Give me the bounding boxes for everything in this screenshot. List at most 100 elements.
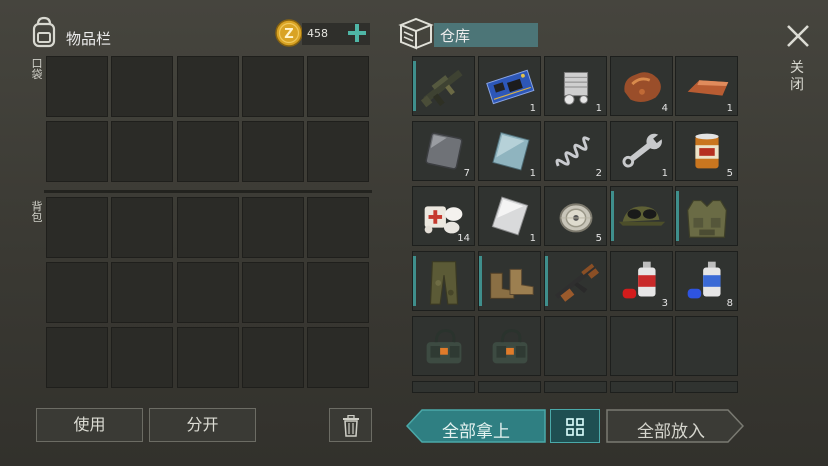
boots-icon: [481, 253, 539, 309]
storage-slot[interactable]: [610, 186, 673, 246]
inventory-slot[interactable]: [307, 197, 369, 258]
item-count: 5: [726, 168, 733, 179]
pocket-label: 口袋: [31, 57, 43, 81]
inventory-slot[interactable]: [111, 262, 173, 323]
storage-slot[interactable]: [675, 186, 738, 246]
inventory-slot[interactable]: [46, 262, 108, 323]
item-count: 1: [726, 103, 733, 114]
split-button-label: 分开: [186, 415, 219, 434]
storage-slot[interactable]: 7: [412, 121, 475, 181]
storage-slot[interactable]: 5: [675, 121, 738, 181]
inventory-slot[interactable]: [111, 197, 173, 258]
storage-slot[interactable]: [675, 381, 738, 393]
inventory-slot[interactable]: [111, 121, 173, 182]
grid-view-icon: [565, 417, 585, 437]
inventory-slot[interactable]: [177, 327, 239, 388]
inventory-slot[interactable]: [242, 197, 304, 258]
storage-slot[interactable]: [412, 381, 475, 393]
svg-text:Z: Z: [284, 27, 293, 42]
item-count: 7: [463, 168, 470, 179]
use-button[interactable]: 使用: [36, 408, 143, 442]
inventory-slot[interactable]: [177, 197, 239, 258]
camo-pants-icon: [415, 253, 473, 309]
take-all-label: 全部拿上: [442, 422, 510, 442]
item-count: 4: [661, 103, 668, 114]
inventory-slot[interactable]: [242, 56, 304, 117]
storage-slot[interactable]: [610, 381, 673, 393]
inventory-slot[interactable]: [177, 262, 239, 323]
cap-with-goggles-icon: [613, 188, 671, 244]
close-button[interactable]: [784, 22, 812, 50]
storage-slot[interactable]: [544, 381, 607, 393]
storage-slot[interactable]: 1: [610, 121, 673, 181]
trash-button[interactable]: [329, 408, 372, 442]
item-count: 3: [661, 298, 668, 309]
inventory-slot[interactable]: [307, 327, 369, 388]
item-count: 1: [661, 168, 668, 179]
coin-icon: Z: [274, 18, 304, 48]
item-count: 8: [726, 298, 733, 309]
inventory-slot[interactable]: [46, 121, 108, 182]
inventory-slot[interactable]: [46, 327, 108, 388]
storage-box-icon: [398, 16, 434, 50]
inventory-slot[interactable]: [242, 121, 304, 182]
inventory-slot[interactable]: [242, 262, 304, 323]
storage-slot[interactable]: 2: [544, 121, 607, 181]
inventory-slot[interactable]: [111, 327, 173, 388]
storage-slot[interactable]: [544, 251, 607, 311]
storage-slot[interactable]: 1: [675, 56, 738, 116]
trash-icon: [342, 415, 360, 437]
storage-slot[interactable]: 4: [610, 56, 673, 116]
storage-slot[interactable]: 1: [544, 56, 607, 116]
storage-slot[interactable]: 1: [478, 56, 541, 116]
storage-slot[interactable]: [478, 251, 541, 311]
storage-header: 仓库: [396, 16, 546, 52]
storage-title-box: 仓库: [434, 23, 538, 47]
storage-slot[interactable]: 1: [478, 121, 541, 181]
storage-title: 仓库: [440, 27, 471, 45]
storage-slot[interactable]: 5: [544, 186, 607, 246]
split-button[interactable]: 分开: [149, 408, 256, 442]
add-coins-button[interactable]: [346, 22, 368, 44]
inventory-slot[interactable]: [177, 56, 239, 117]
storage-slot[interactable]: [478, 316, 541, 376]
inventory-slot[interactable]: [307, 56, 369, 117]
close-label: 关闭: [790, 60, 804, 93]
use-button-label: 使用: [73, 415, 106, 434]
item-count: 14: [457, 233, 470, 244]
grid-view-button[interactable]: [550, 409, 600, 443]
inventory-slot[interactable]: [111, 56, 173, 117]
item-count: 5: [595, 233, 602, 244]
item-count: 1: [529, 233, 536, 244]
section-divider: [44, 190, 372, 193]
put-all-button[interactable]: 全部放入: [606, 409, 744, 443]
storage-slot[interactable]: [675, 316, 738, 376]
inventory-slot[interactable]: [307, 262, 369, 323]
storage-slot[interactable]: 8: [675, 251, 738, 311]
inventory-slot[interactable]: [46, 56, 108, 117]
backpack-icon: [30, 16, 58, 48]
storage-slot[interactable]: [412, 56, 475, 116]
inventory-slot[interactable]: [307, 121, 369, 182]
storage-slot[interactable]: [610, 316, 673, 376]
put-all-label: 全部放入: [637, 422, 705, 442]
supply-bag-icon: [415, 318, 473, 374]
inventory-slot[interactable]: [46, 197, 108, 258]
storage-slot[interactable]: [412, 251, 475, 311]
storage-slot[interactable]: [544, 316, 607, 376]
coin-balance: 458: [307, 27, 328, 40]
storage-slot[interactable]: [412, 316, 475, 376]
storage-slot[interactable]: 1: [478, 186, 541, 246]
inventory-slot[interactable]: [177, 121, 239, 182]
supply-bag-icon: [481, 318, 539, 374]
rifle-icon: [415, 58, 473, 114]
backpack-label: 背包: [31, 200, 43, 224]
storage-slot[interactable]: 14: [412, 186, 475, 246]
inventory-header: 物品栏 Z 458: [28, 16, 378, 56]
item-count: 1: [529, 168, 536, 179]
take-all-button[interactable]: 全部拿上: [406, 409, 546, 443]
storage-slot[interactable]: [478, 381, 541, 393]
inventory-slot[interactable]: [242, 327, 304, 388]
tactical-vest-icon: [678, 188, 736, 244]
storage-slot[interactable]: 3: [610, 251, 673, 311]
